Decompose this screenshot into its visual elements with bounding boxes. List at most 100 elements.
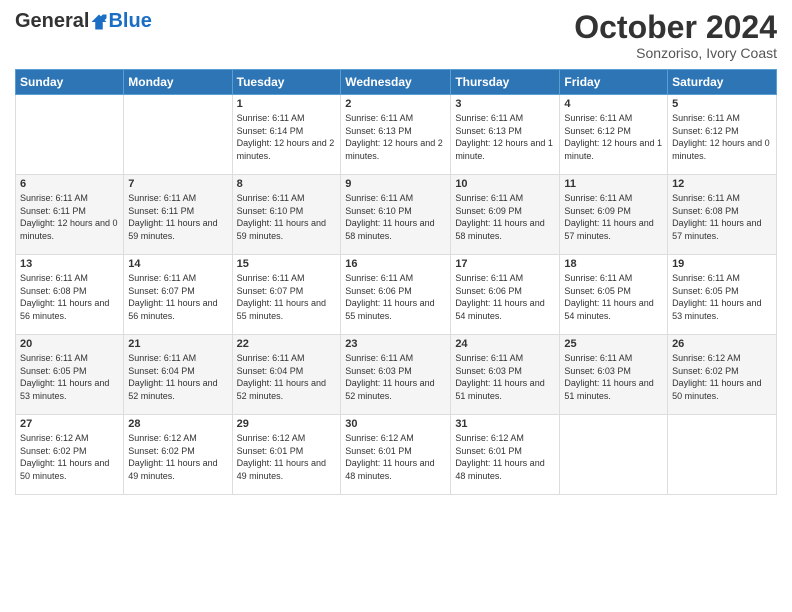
table-row: 3 Sunrise: 6:11 AM Sunset: 6:13 PM Daylig… (451, 95, 560, 175)
table-row (668, 415, 777, 495)
day-info: Sunrise: 6:11 AM Sunset: 6:13 PM Dayligh… (345, 112, 446, 162)
table-row: 8 Sunrise: 6:11 AM Sunset: 6:10 PM Daylig… (232, 175, 341, 255)
day-info: Sunrise: 6:12 AM Sunset: 6:02 PM Dayligh… (20, 432, 119, 482)
day-number: 24 (455, 338, 555, 350)
col-wednesday: Wednesday (341, 70, 451, 95)
day-number: 29 (237, 418, 337, 430)
table-row: 24 Sunrise: 6:11 AM Sunset: 6:03 PM Dayli… (451, 335, 560, 415)
table-row: 29 Sunrise: 6:12 AM Sunset: 6:01 PM Dayli… (232, 415, 341, 495)
table-row (16, 95, 124, 175)
table-row: 31Sunrise: 6:12 AM Sunset: 6:01 PM Dayli… (451, 415, 560, 495)
day-info: Sunrise: 6:11 AM Sunset: 6:06 PM Dayligh… (455, 272, 555, 322)
calendar-week-row: 13Sunrise: 6:11 AM Sunset: 6:08 PM Dayli… (16, 255, 777, 335)
calendar-week-row: 6 Sunrise: 6:11 AM Sunset: 6:11 PM Daylig… (16, 175, 777, 255)
day-info: Sunrise: 6:11 AM Sunset: 6:07 PM Dayligh… (128, 272, 227, 322)
day-info: Sunrise: 6:11 AM Sunset: 6:05 PM Dayligh… (672, 272, 772, 322)
calendar-week-row: 20Sunrise: 6:11 AM Sunset: 6:05 PM Dayli… (16, 335, 777, 415)
day-info: Sunrise: 6:11 AM Sunset: 6:14 PM Dayligh… (237, 112, 337, 162)
day-number: 25 (564, 338, 663, 350)
day-number: 6 (20, 178, 119, 190)
day-number: 8 (237, 178, 337, 190)
day-info: Sunrise: 6:11 AM Sunset: 6:05 PM Dayligh… (20, 352, 119, 402)
table-row: 6 Sunrise: 6:11 AM Sunset: 6:11 PM Daylig… (16, 175, 124, 255)
day-number: 18 (564, 258, 663, 270)
day-number: 4 (564, 98, 663, 110)
calendar-header-row: Sunday Monday Tuesday Wednesday Thursday… (16, 70, 777, 95)
month-title: October 2024 (574, 10, 777, 45)
table-row: 30 Sunrise: 6:12 AM Sunset: 6:01 PM Dayli… (341, 415, 451, 495)
table-row: 11 Sunrise: 6:11 AM Sunset: 6:09 PM Dayli… (560, 175, 668, 255)
calendar-week-row: 27Sunrise: 6:12 AM Sunset: 6:02 PM Dayli… (16, 415, 777, 495)
day-info: Sunrise: 6:12 AM Sunset: 6:01 PM Dayligh… (237, 432, 337, 482)
logo: General Blue (15, 10, 152, 33)
table-row: 19Sunrise: 6:11 AM Sunset: 6:05 PM Dayli… (668, 255, 777, 335)
day-info: Sunrise: 6:11 AM Sunset: 6:11 PM Dayligh… (20, 192, 119, 242)
day-info: Sunrise: 6:11 AM Sunset: 6:04 PM Dayligh… (237, 352, 337, 402)
table-row: 16 Sunrise: 6:11 AM Sunset: 6:06 PM Dayli… (341, 255, 451, 335)
day-number: 11 (564, 178, 663, 190)
day-number: 15 (237, 258, 337, 270)
table-row: 10 Sunrise: 6:11 AM Sunset: 6:09 PM Dayli… (451, 175, 560, 255)
table-row: 23Sunrise: 6:11 AM Sunset: 6:03 PM Dayli… (341, 335, 451, 415)
header: General Blue October 2024 Sonzoriso, Ivo… (15, 10, 777, 61)
day-info: Sunrise: 6:11 AM Sunset: 6:13 PM Dayligh… (455, 112, 555, 162)
table-row: 5 Sunrise: 6:11 AM Sunset: 6:12 PM Daylig… (668, 95, 777, 175)
location-subtitle: Sonzoriso, Ivory Coast (574, 45, 777, 61)
day-info: Sunrise: 6:11 AM Sunset: 6:03 PM Dayligh… (345, 352, 446, 402)
day-number: 3 (455, 98, 555, 110)
day-number: 12 (672, 178, 772, 190)
col-monday: Monday (124, 70, 232, 95)
day-info: Sunrise: 6:11 AM Sunset: 6:05 PM Dayligh… (564, 272, 663, 322)
day-info: Sunrise: 6:11 AM Sunset: 6:10 PM Dayligh… (237, 192, 337, 242)
table-row: 22Sunrise: 6:11 AM Sunset: 6:04 PM Dayli… (232, 335, 341, 415)
day-number: 16 (345, 258, 446, 270)
table-row: 18 Sunrise: 6:11 AM Sunset: 6:05 PM Dayli… (560, 255, 668, 335)
day-info: Sunrise: 6:12 AM Sunset: 6:01 PM Dayligh… (345, 432, 446, 482)
day-number: 7 (128, 178, 227, 190)
table-row: 27Sunrise: 6:12 AM Sunset: 6:02 PM Dayli… (16, 415, 124, 495)
table-row: 1 Sunrise: 6:11 AM Sunset: 6:14 PM Daylig… (232, 95, 341, 175)
calendar-table: Sunday Monday Tuesday Wednesday Thursday… (15, 69, 777, 495)
logo-text: General Blue (15, 10, 152, 33)
day-number: 2 (345, 98, 446, 110)
day-info: Sunrise: 6:11 AM Sunset: 6:06 PM Dayligh… (345, 272, 446, 322)
day-info: Sunrise: 6:11 AM Sunset: 6:04 PM Dayligh… (128, 352, 227, 402)
page: General Blue October 2024 Sonzoriso, Ivo… (0, 0, 792, 612)
table-row: 4 Sunrise: 6:11 AM Sunset: 6:12 PM Daylig… (560, 95, 668, 175)
day-number: 26 (672, 338, 772, 350)
col-friday: Friday (560, 70, 668, 95)
day-info: Sunrise: 6:11 AM Sunset: 6:03 PM Dayligh… (455, 352, 555, 402)
day-number: 21 (128, 338, 227, 350)
day-number: 30 (345, 418, 446, 430)
col-tuesday: Tuesday (232, 70, 341, 95)
table-row: 9Sunrise: 6:11 AM Sunset: 6:10 PM Daylig… (341, 175, 451, 255)
day-info: Sunrise: 6:11 AM Sunset: 6:12 PM Dayligh… (672, 112, 772, 162)
day-info: Sunrise: 6:11 AM Sunset: 6:10 PM Dayligh… (345, 192, 446, 242)
table-row: 13Sunrise: 6:11 AM Sunset: 6:08 PM Dayli… (16, 255, 124, 335)
calendar-week-row: 1 Sunrise: 6:11 AM Sunset: 6:14 PM Daylig… (16, 95, 777, 175)
day-info: Sunrise: 6:11 AM Sunset: 6:09 PM Dayligh… (455, 192, 555, 242)
day-info: Sunrise: 6:11 AM Sunset: 6:08 PM Dayligh… (20, 272, 119, 322)
day-info: Sunrise: 6:11 AM Sunset: 6:08 PM Dayligh… (672, 192, 772, 242)
day-info: Sunrise: 6:11 AM Sunset: 6:11 PM Dayligh… (128, 192, 227, 242)
table-row (560, 415, 668, 495)
day-info: Sunrise: 6:11 AM Sunset: 6:03 PM Dayligh… (564, 352, 663, 402)
table-row: 17Sunrise: 6:11 AM Sunset: 6:06 PM Dayli… (451, 255, 560, 335)
day-info: Sunrise: 6:12 AM Sunset: 6:01 PM Dayligh… (455, 432, 555, 482)
table-row: 20Sunrise: 6:11 AM Sunset: 6:05 PM Dayli… (16, 335, 124, 415)
day-number: 5 (672, 98, 772, 110)
day-info: Sunrise: 6:12 AM Sunset: 6:02 PM Dayligh… (672, 352, 772, 402)
col-thursday: Thursday (451, 70, 560, 95)
day-info: Sunrise: 6:12 AM Sunset: 6:02 PM Dayligh… (128, 432, 227, 482)
day-number: 10 (455, 178, 555, 190)
col-sunday: Sunday (16, 70, 124, 95)
title-section: October 2024 Sonzoriso, Ivory Coast (574, 10, 777, 61)
day-info: Sunrise: 6:11 AM Sunset: 6:07 PM Dayligh… (237, 272, 337, 322)
table-row: 15 Sunrise: 6:11 AM Sunset: 6:07 PM Dayli… (232, 255, 341, 335)
table-row: 12 Sunrise: 6:11 AM Sunset: 6:08 PM Dayli… (668, 175, 777, 255)
day-info: Sunrise: 6:11 AM Sunset: 6:09 PM Dayligh… (564, 192, 663, 242)
day-number: 1 (237, 98, 337, 110)
day-info: Sunrise: 6:11 AM Sunset: 6:12 PM Dayligh… (564, 112, 663, 162)
table-row (124, 95, 232, 175)
calendar-body: 1 Sunrise: 6:11 AM Sunset: 6:14 PM Daylig… (16, 95, 777, 495)
